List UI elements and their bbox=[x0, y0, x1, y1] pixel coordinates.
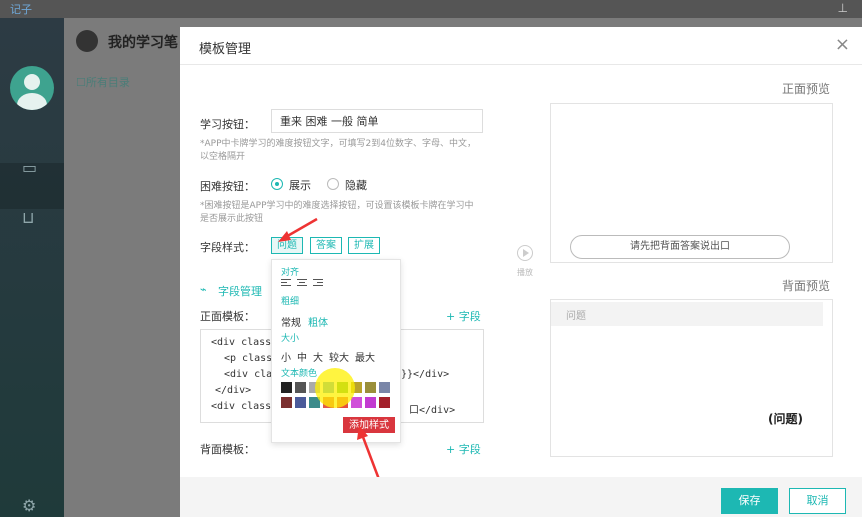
back-preview-question-row bbox=[551, 302, 823, 326]
size-section-label: 大小 bbox=[281, 334, 300, 344]
modal-title: 模板管理 bbox=[199, 42, 252, 57]
size-larger-option[interactable]: 较大 bbox=[329, 349, 349, 364]
notebook-title: 我的学习笔 bbox=[108, 35, 178, 51]
weight-bold-option[interactable]: 粗体 bbox=[308, 314, 328, 329]
user-avatar[interactable] bbox=[10, 66, 54, 110]
template-manager-modal: 模板管理 × 学习按钮： *APP中卡牌学习的难度按钮文字，可填写2到4位数字、… bbox=[180, 27, 862, 517]
color-swatch[interactable] bbox=[351, 397, 362, 408]
back-preview-question-placeholder: 问题 bbox=[566, 311, 586, 322]
pin-icon[interactable]: ⊥ bbox=[838, 1, 848, 15]
sidebar: ▭ ⊔ ⚙ bbox=[0, 18, 64, 517]
size-small-option[interactable]: 小 bbox=[281, 349, 291, 364]
front-template-label: 正面模板： bbox=[200, 310, 255, 323]
front-preview-label: 正面预览 bbox=[782, 82, 831, 96]
align-left-icon[interactable] bbox=[281, 279, 291, 288]
cart-icon[interactable]: ⊔ bbox=[22, 208, 34, 227]
add-style-tooltip: 添加样式 bbox=[342, 416, 396, 434]
study-button-input[interactable] bbox=[271, 109, 483, 133]
color-swatch[interactable] bbox=[365, 382, 376, 393]
hard-button-hint: *困难按钮是APP学习中的难度选择按钮，可设置该模板卡牌在学习中是否展示此按钮 bbox=[200, 201, 474, 224]
radio-hide-label[interactable]: 隐藏 bbox=[345, 177, 367, 193]
modal-header: 模板管理 × bbox=[180, 27, 862, 65]
all-directories-link[interactable]: ☐所有目录 bbox=[76, 74, 130, 90]
code-line: 口</div> bbox=[409, 405, 456, 416]
back-template-label: 背面模板： bbox=[200, 443, 255, 456]
color-swatch[interactable] bbox=[281, 382, 292, 393]
hard-button-label: 困难按钮： bbox=[200, 180, 255, 193]
chart-icon[interactable]: ⌁ bbox=[200, 283, 207, 296]
field-button-question[interactable]: 问题 bbox=[271, 237, 303, 254]
annotation-arrow-line bbox=[361, 436, 382, 483]
field-button-answer[interactable]: 答案 bbox=[310, 237, 342, 254]
notebook-avatar bbox=[76, 30, 98, 52]
field-style-label: 字段样式： bbox=[200, 241, 255, 254]
color-swatch[interactable] bbox=[281, 397, 292, 408]
close-icon[interactable]: × bbox=[835, 34, 850, 55]
field-button-extend[interactable]: 扩展 bbox=[348, 237, 380, 254]
back-add-field-button[interactable]: + 字段 bbox=[446, 441, 481, 457]
play-label: 播放 bbox=[517, 268, 533, 277]
align-section-label: 对齐 bbox=[281, 268, 300, 278]
color-swatch[interactable] bbox=[379, 397, 390, 408]
front-add-field-button[interactable]: + 字段 bbox=[446, 308, 481, 324]
title-bar: 记子 ⊥ bbox=[0, 0, 862, 18]
study-button-label: 学习按钮： bbox=[200, 118, 255, 131]
color-swatch[interactable] bbox=[379, 382, 390, 393]
color-swatch[interactable] bbox=[295, 397, 306, 408]
study-button-hint: *APP中卡牌学习的难度按钮文字，可填写2到4位数字、字母、中文，以空格隔开 bbox=[200, 139, 476, 162]
gear-icon[interactable]: ⚙ bbox=[22, 496, 36, 515]
code-line: }}</div> bbox=[401, 369, 450, 380]
size-largest-option[interactable]: 最大 bbox=[355, 349, 375, 364]
radio-show[interactable] bbox=[271, 178, 283, 190]
size-large-option[interactable]: 大 bbox=[313, 349, 323, 364]
reveal-answer-button[interactable]: 请先把背面答案说出口 bbox=[570, 235, 790, 259]
weight-section-label: 粗细 bbox=[281, 297, 300, 307]
app-logo: 记子 bbox=[10, 3, 32, 16]
size-medium-option[interactable]: 中 bbox=[297, 349, 307, 364]
save-button[interactable]: 保存 bbox=[721, 488, 778, 514]
weight-regular-option[interactable]: 常规 bbox=[281, 314, 301, 329]
back-preview-label: 背面预览 bbox=[782, 279, 831, 293]
cursor-highlight bbox=[315, 368, 355, 408]
field-manage-link[interactable]: 字段管理 bbox=[218, 283, 262, 299]
radio-hide[interactable] bbox=[327, 178, 339, 190]
cancel-button[interactable]: 取消 bbox=[789, 488, 846, 514]
folder-icon[interactable]: ▭ bbox=[22, 158, 37, 177]
color-swatch[interactable] bbox=[365, 397, 376, 408]
align-center-icon[interactable] bbox=[297, 279, 307, 288]
back-preview-question-bold: (问题) bbox=[768, 412, 803, 426]
radio-show-label[interactable]: 展示 bbox=[289, 177, 311, 193]
play-icon[interactable] bbox=[517, 245, 533, 261]
align-right-icon[interactable] bbox=[313, 279, 323, 288]
color-swatch[interactable] bbox=[295, 382, 306, 393]
color-section-label: 文本颜色 bbox=[281, 369, 318, 379]
code-line: </div> bbox=[215, 385, 252, 396]
